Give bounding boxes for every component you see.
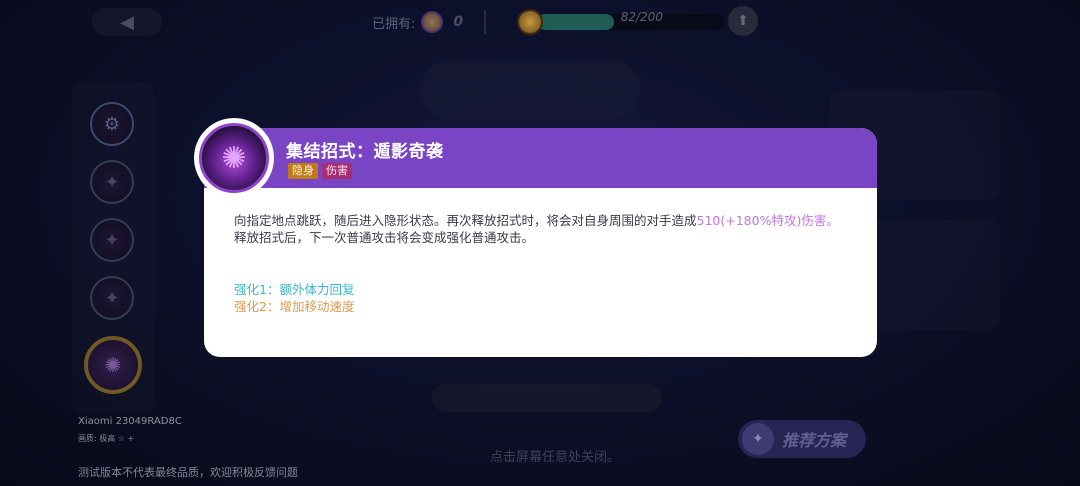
skill-portrait: ✺ <box>194 118 274 198</box>
popup-title: 集结招式：遁影奇袭 <box>286 142 444 162</box>
enhancement-2: 强化2：增加移动速度 <box>234 299 355 314</box>
shield-icon <box>517 9 543 35</box>
skill-detail-popup: 集结招式：遁影奇袭 隐身 伤害 向指定地点跳跃，随后进入隐形状态。再次释放招式时… <box>204 128 877 357</box>
description-line-2: 释放招式后，下一次普通攻击将会变成强化普通攻击。 <box>234 230 535 245</box>
tag-list: 隐身 伤害 <box>288 163 352 179</box>
damage-tag: 伤害 <box>322 163 352 179</box>
popup-header: 集结招式：遁影奇袭 隐身 伤害 <box>204 128 877 188</box>
description-text: 向指定地点跳跃，随后进入隐形状态。再次释放招式时，将会对自身周围的对手造成 <box>234 213 697 228</box>
stealth-tag: 隐身 <box>288 163 318 179</box>
enhancement-1: 强化1：额外体力回复 <box>234 282 355 297</box>
damage-highlight: 510(+180%特攻)伤害。 <box>696 213 839 228</box>
skill-description: 向指定地点跳跃，随后进入隐形状态。再次释放招式时，将会对自身周围的对手造成510… <box>234 212 854 246</box>
phantom-skill-icon: ✺ <box>199 123 269 193</box>
